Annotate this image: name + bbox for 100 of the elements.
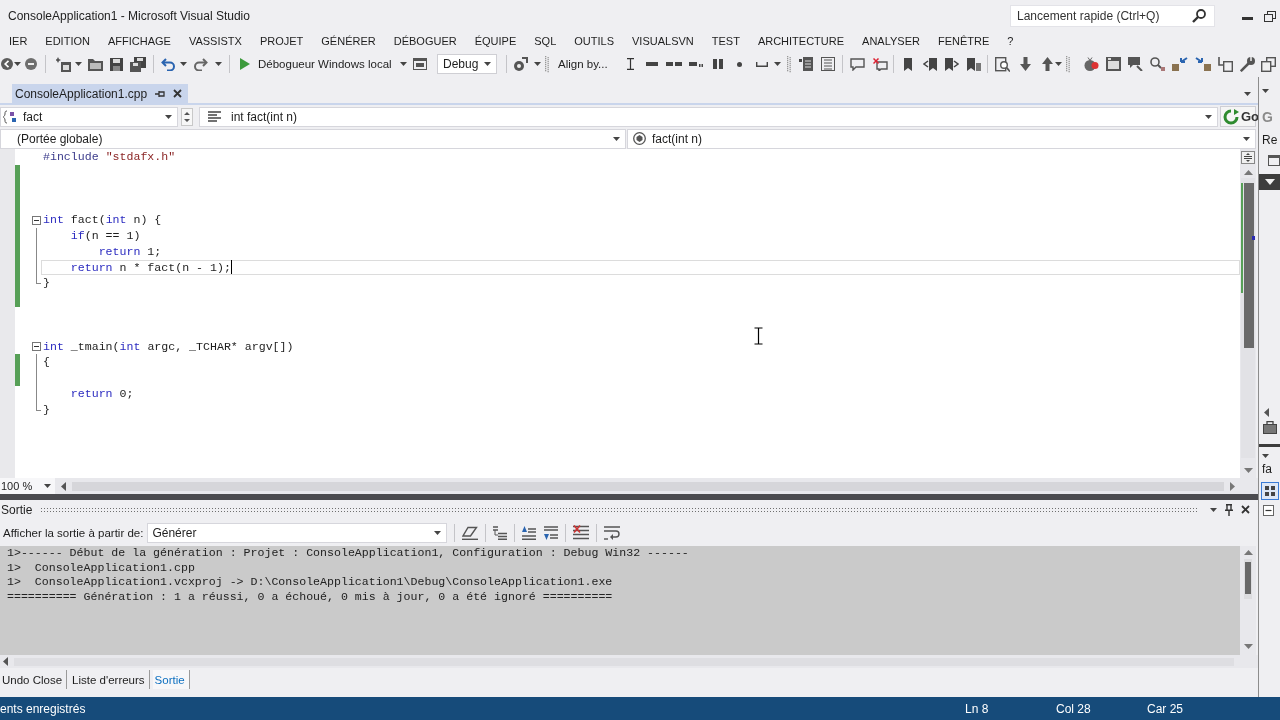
align-button[interactable]: Align by... [558, 53, 618, 75]
ibeam-icon[interactable] [627, 58, 634, 70]
menu-item[interactable]: ? [998, 34, 1023, 47]
menu-item[interactable]: OUTILS [565, 34, 623, 47]
arrow-box-icon[interactable] [1195, 57, 1211, 71]
double-dash-icon[interactable] [666, 62, 682, 66]
collapse-icon[interactable] [32, 341, 41, 351]
document-tab[interactable]: ConsoleApplication1.cpp [12, 84, 189, 103]
pin-icon[interactable] [1225, 503, 1233, 516]
restore-icon[interactable] [1263, 10, 1276, 22]
panel-tab[interactable]: Sortie [152, 670, 190, 689]
menu-item[interactable]: SQL [525, 34, 566, 47]
menu-item[interactable]: GÉNÉRER [312, 34, 385, 47]
grid-icon[interactable] [1261, 482, 1279, 500]
menu-item[interactable]: VISUALSVN [623, 34, 703, 47]
minimize-icon[interactable] [1241, 16, 1253, 20]
function-dropdown[interactable]: fact(int n) [627, 128, 1256, 149]
eraser-icon[interactable] [462, 525, 479, 540]
caret-icon[interactable] [774, 62, 781, 66]
menu-item[interactable]: DÉBOGUER [384, 34, 466, 47]
panel-tab[interactable]: Undo Close [0, 670, 68, 689]
menu-item[interactable]: VASSISTX [179, 34, 251, 47]
grip-icon[interactable] [545, 55, 549, 73]
caret-icon[interactable] [215, 62, 222, 66]
bookmark-back-icon[interactable] [923, 57, 937, 71]
scroll-up-icon[interactable] [1243, 170, 1253, 175]
caret-icon[interactable] [1055, 62, 1062, 66]
save-all-icon[interactable] [130, 56, 146, 72]
menu-item[interactable]: FENÊTRE [928, 34, 999, 47]
bookmarks-icon[interactable] [967, 57, 981, 71]
split-icon[interactable] [1241, 151, 1255, 164]
menu-item[interactable]: IER [0, 34, 37, 47]
pin-icon[interactable] [155, 89, 166, 98]
output-source-dropdown[interactable]: Générer [147, 522, 448, 543]
scope-dropdown[interactable]: (Portée globale) [0, 128, 626, 149]
tree-item[interactable]: Re [1262, 133, 1278, 147]
zoom-dropdown[interactable]: 100 % [0, 478, 55, 494]
page-magnifier-icon[interactable] [995, 56, 1010, 72]
menu-item[interactable]: ANALYSER [853, 34, 929, 47]
save-icon[interactable] [110, 57, 123, 71]
arrow-box-icon[interactable] [1172, 57, 1188, 71]
menu-item[interactable]: TEST [702, 34, 749, 47]
vertical-scrollbar[interactable] [1241, 178, 1255, 458]
menu-item[interactable]: AFFICHAGE [98, 34, 180, 47]
caret-icon[interactable] [14, 62, 21, 66]
go-button[interactable]: Go [1220, 106, 1256, 127]
panel-tab[interactable]: Liste d'erreurs [70, 670, 150, 689]
wrench-icon[interactable] [1240, 56, 1255, 72]
arrow-up-icon[interactable] [1042, 57, 1053, 71]
collapse-icon[interactable] [32, 215, 41, 225]
scroll-down-icon[interactable] [1243, 468, 1253, 473]
caret-icon[interactable] [1244, 92, 1251, 96]
scroll-left-icon[interactable] [3, 657, 8, 666]
speech-bubble-icon[interactable] [850, 57, 865, 71]
copy-icon[interactable] [1261, 56, 1276, 72]
types-dropdown[interactable]: fact [0, 106, 178, 127]
ladybug-icon[interactable] [1084, 57, 1099, 71]
up-down-arrows-icon[interactable] [181, 107, 193, 126]
scroll-right-icon[interactable] [1230, 481, 1235, 491]
menu-item[interactable]: EDITION [36, 34, 99, 47]
twin-bars-icon[interactable] [713, 59, 723, 69]
caret-icon[interactable] [1262, 89, 1269, 93]
quick-launch-field[interactable]: Lancement rapide (Ctrl+Q) [1010, 5, 1215, 27]
list-icon[interactable] [821, 57, 835, 71]
caret-icon[interactable] [534, 62, 541, 66]
vertical-scrollbar[interactable] [1244, 559, 1252, 599]
ring-corner-icon[interactable] [513, 56, 528, 72]
caret-icon[interactable] [75, 62, 82, 66]
redo-icon[interactable] [194, 57, 208, 71]
scroll-up-icon[interactable] [1243, 550, 1253, 555]
minus-circle-icon[interactable] [25, 58, 37, 70]
scroll-down-icon[interactable] [1243, 644, 1253, 649]
arrow-down-icon[interactable] [1020, 57, 1031, 71]
caret-icon[interactable] [400, 62, 407, 66]
word-wrap-icon[interactable] [604, 525, 621, 540]
members-dropdown[interactable]: int fact(int n) [199, 106, 1218, 127]
collapse-icon[interactable] [1263, 505, 1274, 516]
bookmark-icon[interactable] [904, 57, 912, 71]
lines-cross-icon[interactable] [573, 525, 590, 540]
close-icon[interactable] [1241, 505, 1250, 514]
magnifier-icon[interactable] [1150, 57, 1165, 71]
bubble-cross-icon[interactable] [873, 57, 888, 71]
start-debugging-button[interactable]: Débogueur Windows local [240, 53, 398, 75]
grip-icon[interactable] [787, 55, 791, 73]
caret-icon[interactable] [180, 62, 187, 66]
frame-icon[interactable] [1218, 56, 1233, 72]
lines-down-arrow-icon[interactable] [544, 525, 559, 540]
toolbox-icon[interactable] [1263, 421, 1277, 434]
tree-item[interactable]: fa [1262, 462, 1272, 476]
undo-icon[interactable] [161, 57, 175, 71]
scroll-left-icon[interactable] [61, 481, 66, 491]
bookmark-forward-icon[interactable] [945, 57, 959, 71]
lines-up-arrow-icon[interactable] [522, 525, 537, 540]
folder-icon[interactable] [88, 57, 103, 71]
dot-icon[interactable] [737, 61, 742, 67]
window-icon[interactable] [413, 58, 427, 70]
scroll-left-icon[interactable] [1264, 408, 1269, 417]
menu-item[interactable]: ÉQUIPE [465, 34, 526, 47]
app-window-icon[interactable] [1106, 57, 1121, 71]
indented-lines-icon[interactable] [493, 525, 508, 540]
